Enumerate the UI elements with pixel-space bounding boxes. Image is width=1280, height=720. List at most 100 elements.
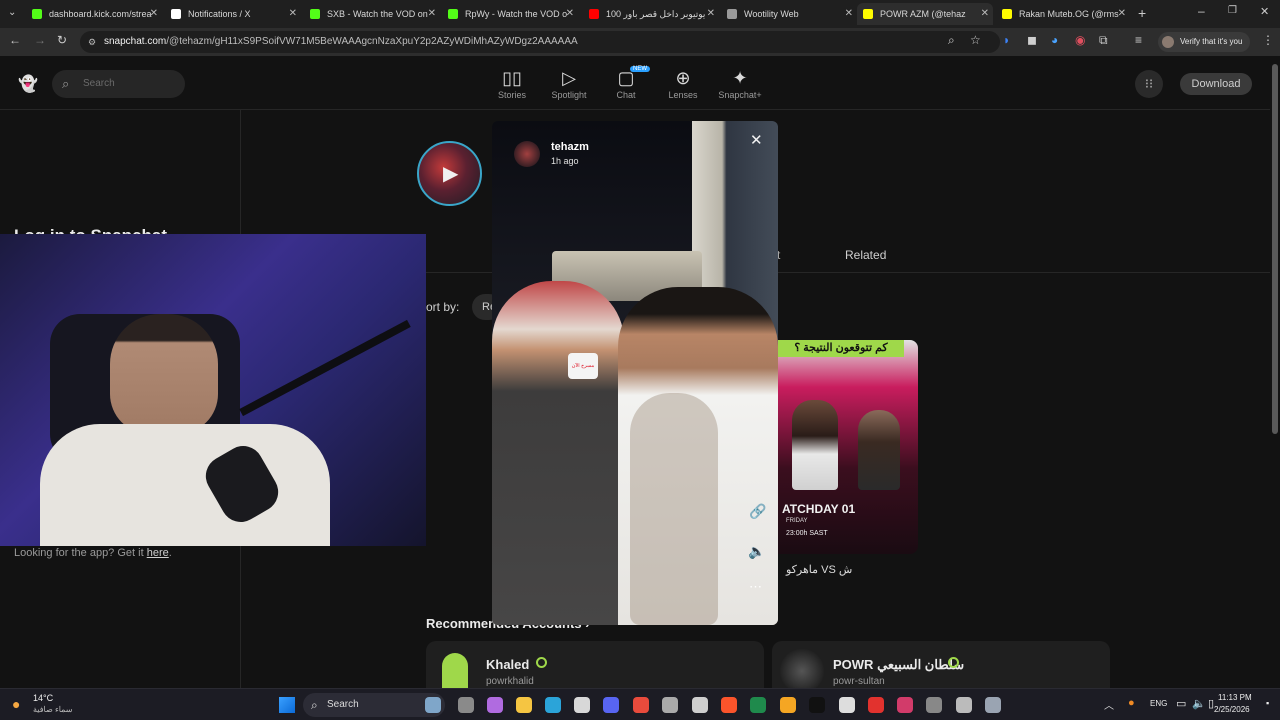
profile-chip[interactable]: Verify that it's you bbox=[1158, 32, 1250, 52]
nav-chat[interactable]: ▢ Chat NEW bbox=[598, 66, 654, 100]
nav-lenses[interactable]: ⊕ Lenses bbox=[655, 68, 711, 100]
forward-icon[interactable]: → bbox=[34, 33, 46, 47]
tab-search-dropdown-icon[interactable]: ⌄ bbox=[8, 7, 16, 18]
thumbnail-caption[interactable]: ماهركو VS ش bbox=[786, 563, 852, 576]
extension-icon[interactable]: ◉ bbox=[1075, 33, 1085, 47]
tab-close-icon[interactable]: ✕ bbox=[428, 8, 436, 19]
account-card[interactable]: Khaled powrkhalid bbox=[426, 641, 764, 688]
spotlight-thumbnail[interactable]: كم تتوقعون النتيجة ؟ ATCHDAY 01 FRIDAY 2… bbox=[778, 340, 918, 554]
story-viewer[interactable]: مسرح الآن tehazm 1h ago ✕ 🔗 🔈 ⋯ bbox=[492, 121, 778, 625]
copilot-icon[interactable] bbox=[487, 697, 503, 713]
tab-title: POWR AZM (@tehaz bbox=[880, 9, 966, 19]
app-icon[interactable] bbox=[662, 697, 678, 713]
bookmark-star-icon[interactable]: ☆ bbox=[970, 33, 981, 47]
browser-tab[interactable]: Rakan Muteb.OG (@rms ✕ bbox=[996, 3, 1130, 25]
address-bar[interactable]: ⚙ snapchat.com/@tehazm/gH11xS9PSoifVW71M… bbox=[80, 31, 1000, 53]
get-app-link[interactable]: here bbox=[147, 547, 169, 559]
clock-time[interactable]: 11:13 PM bbox=[1218, 693, 1252, 702]
folder-icon[interactable] bbox=[516, 697, 532, 713]
more-options-icon[interactable]: ⋯ bbox=[749, 579, 762, 595]
extension-icon[interactable]: ◗ bbox=[1003, 33, 1010, 47]
start-windows-icon[interactable] bbox=[279, 697, 295, 713]
tab-close-icon[interactable]: ✕ bbox=[707, 8, 715, 19]
extensions-puzzle-icon[interactable]: ⧉ bbox=[1099, 33, 1108, 48]
app-icon[interactable] bbox=[868, 697, 884, 713]
volume-tray-icon[interactable]: 🔈 bbox=[1192, 697, 1206, 710]
tab-related[interactable]: Related bbox=[845, 248, 886, 262]
story-avatar[interactable] bbox=[514, 141, 540, 167]
app-icon[interactable] bbox=[897, 697, 913, 713]
reload-icon[interactable]: ↻ bbox=[57, 33, 67, 47]
browser-tab[interactable]: SXB - Watch the VOD on ✕ bbox=[304, 3, 440, 25]
volume-icon[interactable]: 🔈 bbox=[748, 543, 765, 560]
nav-stories[interactable]: ▯▯ Stories bbox=[484, 68, 540, 100]
browser-menu-icon[interactable]: ⋮ bbox=[1262, 33, 1274, 47]
browser-tab[interactable]: RpWy - Watch the VOD o ✕ bbox=[442, 3, 578, 25]
profile-story-avatar[interactable]: ▶ bbox=[417, 141, 482, 206]
close-icon[interactable]: ✕ bbox=[750, 131, 763, 149]
account-card[interactable]: POWR سلطان السبيعي powr-sultan bbox=[772, 641, 1110, 688]
close-window-icon[interactable]: ✕ bbox=[1260, 5, 1269, 18]
file-explorer-icon[interactable] bbox=[458, 697, 474, 713]
app-icon[interactable] bbox=[839, 697, 855, 713]
streamer-head bbox=[110, 314, 218, 434]
tab-close-icon[interactable]: ✕ bbox=[845, 8, 853, 19]
weather-icon[interactable]: ● bbox=[12, 696, 20, 712]
taskbar-search[interactable]: ⌕ Search bbox=[303, 693, 445, 717]
app-icon[interactable] bbox=[956, 697, 972, 713]
link-icon[interactable]: 🔗 bbox=[749, 503, 766, 520]
tab-close-icon[interactable]: ✕ bbox=[566, 8, 574, 19]
tab-close-icon[interactable]: ✕ bbox=[289, 8, 297, 19]
download-button[interactable]: Download bbox=[1180, 73, 1252, 95]
new-tab-button[interactable]: + bbox=[1138, 5, 1146, 21]
nav-spotlight[interactable]: ▷ Spotlight bbox=[541, 68, 597, 100]
weather-temp[interactable]: 14°C bbox=[33, 693, 53, 703]
tray-overflow-icon[interactable]: ︿ bbox=[1104, 697, 1114, 712]
maximize-icon[interactable]: ❐ bbox=[1228, 5, 1237, 16]
discord-icon[interactable] bbox=[603, 697, 619, 713]
nav-snapchat[interactable]: ✦ Snapchat+ bbox=[712, 68, 768, 100]
extension-icon[interactable]: ◕ bbox=[1051, 33, 1058, 47]
network-icon[interactable]: ▭ bbox=[1176, 697, 1186, 710]
browser-tab[interactable]: 100 يوتيوبر داخل قصر باور ✕ bbox=[583, 3, 719, 25]
chrome-icon[interactable] bbox=[633, 697, 649, 713]
browser-tab[interactable]: Wootility Web ✕ bbox=[721, 3, 857, 25]
back-icon[interactable]: ← bbox=[9, 33, 21, 47]
minimize-icon[interactable]: – bbox=[1198, 4, 1205, 18]
brave-icon[interactable] bbox=[721, 697, 737, 713]
edge-icon[interactable] bbox=[545, 697, 561, 713]
tab-close-icon[interactable]: ✕ bbox=[150, 8, 158, 19]
zoom-icon[interactable]: ⌕ bbox=[948, 33, 955, 48]
app-icon[interactable] bbox=[926, 697, 942, 713]
app-icon[interactable] bbox=[692, 697, 708, 713]
media-control-icon[interactable]: ≡ bbox=[1135, 33, 1142, 47]
browser-tab[interactable]: dashboard.kick.com/strea ✕ bbox=[26, 3, 162, 25]
browser-tab[interactable]: Notifications / X ✕ bbox=[165, 3, 301, 25]
settings-icon[interactable] bbox=[985, 697, 1001, 713]
tab-title: 100 يوتيوبر داخل قصر باور bbox=[606, 8, 706, 19]
snapchat-ghost-logo-icon[interactable]: 👻 bbox=[18, 74, 38, 94]
account-name: Khaled bbox=[486, 657, 530, 672]
search-input[interactable]: ⌕ Search bbox=[52, 70, 185, 98]
tiktok-icon[interactable] bbox=[809, 697, 825, 713]
language-indicator[interactable]: ENG bbox=[1150, 699, 1167, 708]
apps-grid-icon[interactable]: ⁝⁝ bbox=[1135, 70, 1163, 98]
story-username[interactable]: tehazm bbox=[551, 141, 589, 153]
task-view-icon[interactable] bbox=[425, 697, 441, 713]
get-app-period: . bbox=[168, 547, 172, 559]
nav-label: Stories bbox=[497, 90, 526, 100]
extension-icon[interactable]: ◼ bbox=[1027, 33, 1037, 47]
tab-close-icon[interactable]: ✕ bbox=[1118, 8, 1126, 19]
app-icon[interactable] bbox=[780, 697, 796, 713]
browser-tab[interactable]: POWR AZM (@tehaz ✕ bbox=[857, 3, 993, 25]
microphone: مسرح الآن bbox=[568, 353, 598, 379]
site-info-icon[interactable]: ⚙ bbox=[88, 31, 96, 53]
notification-bell-icon[interactable]: ▪ bbox=[1266, 698, 1269, 708]
windows-taskbar: ● 14°C سماء صافية ⌕ Search ︿ ● ENG ▭ 🔈 ▯… bbox=[0, 688, 1280, 720]
clock-date[interactable]: 2/25/2026 bbox=[1214, 705, 1250, 714]
tab-close-icon[interactable]: ✕ bbox=[981, 8, 989, 19]
store-icon[interactable] bbox=[574, 697, 590, 713]
page-scrollbar[interactable] bbox=[1272, 64, 1278, 434]
microphone-tray-icon[interactable]: ● bbox=[1128, 697, 1135, 709]
excel-icon[interactable] bbox=[750, 697, 766, 713]
